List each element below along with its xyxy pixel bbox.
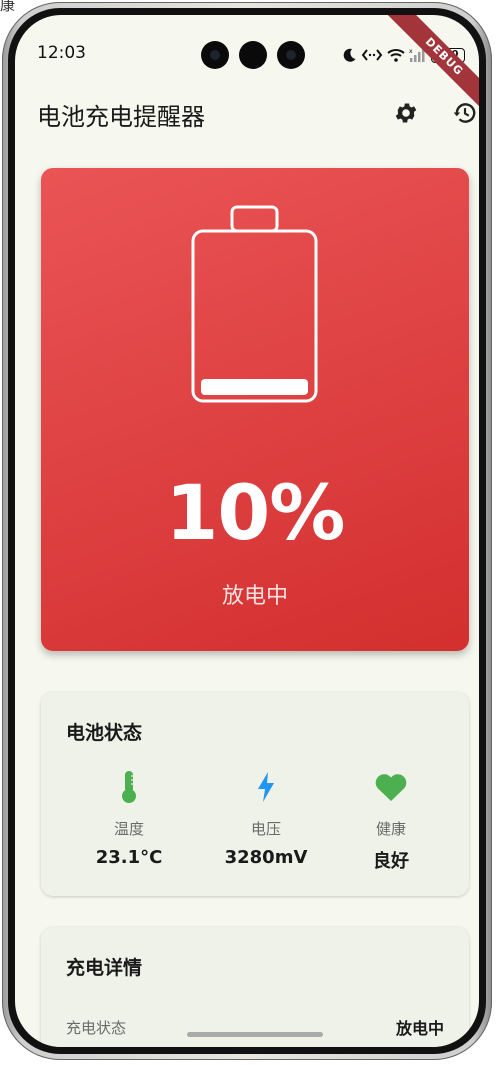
- home-indicator[interactable]: [187, 1032, 323, 1037]
- history-icon: [453, 103, 476, 123]
- app-screen: DEBUG 12:03 x 100 电池充电提醒器: [15, 15, 479, 1047]
- thermometer-icon: [122, 771, 136, 803]
- battery-fill: [201, 379, 308, 395]
- stat-value: 良好: [373, 851, 409, 872]
- card-title: 电池状态: [66, 722, 143, 744]
- settings-button[interactable]: [390, 97, 422, 129]
- battery-percent: 10%: [165, 468, 346, 557]
- battery-icon: [191, 205, 318, 403]
- stat-value: 3280mV: [224, 847, 308, 868]
- gear-icon: [395, 103, 417, 123]
- stat-voltage: 电压 3280mV: [196, 770, 336, 868]
- heart-icon: [375, 774, 407, 801]
- svg-text:x: x: [409, 48, 413, 55]
- phone-bezel: DEBUG 12:03 x 100 电池充电提醒器: [8, 8, 486, 1054]
- battery-state: 放电中: [221, 584, 288, 609]
- stat-label: 电压: [250, 820, 281, 838]
- stat-health: 健康 良好: [321, 770, 461, 873]
- detail-label: 充电状态: [66, 1018, 127, 1037]
- status-time: 12:03: [37, 43, 86, 63]
- camera-icon: [277, 41, 305, 69]
- code-icon: [361, 49, 383, 61]
- detail-value: 放电中: [395, 1019, 444, 1038]
- stat-label: 健康: [375, 820, 406, 838]
- stat-temperature: 温度 23.1°C: [59, 770, 199, 868]
- page-title: 电池充电提醒器: [37, 103, 205, 131]
- wifi-icon: [387, 49, 405, 62]
- stat-value: 23.1°C: [95, 847, 163, 868]
- card-title: 充电详情: [66, 957, 143, 979]
- battery-level-card: 10% 放电中: [41, 168, 469, 651]
- bolt-icon: [258, 772, 274, 802]
- camera-icon: [239, 41, 267, 69]
- charging-details-card: 充电详情 充电状态 放电中: [41, 927, 469, 1047]
- phone-frame: DEBUG 12:03 x 100 电池充电提醒器: [2, 2, 492, 1060]
- moon-icon: [343, 48, 356, 62]
- stat-label: 温度: [113, 820, 144, 838]
- window-title-fragment: 康: [0, 0, 16, 14]
- camera-icon: [201, 41, 229, 69]
- battery-status-card: 电池状态 温度 23.1°C 电压 3280mV 健康 良好: [41, 692, 469, 896]
- app-bar: 电池充电提醒器: [15, 85, 479, 141]
